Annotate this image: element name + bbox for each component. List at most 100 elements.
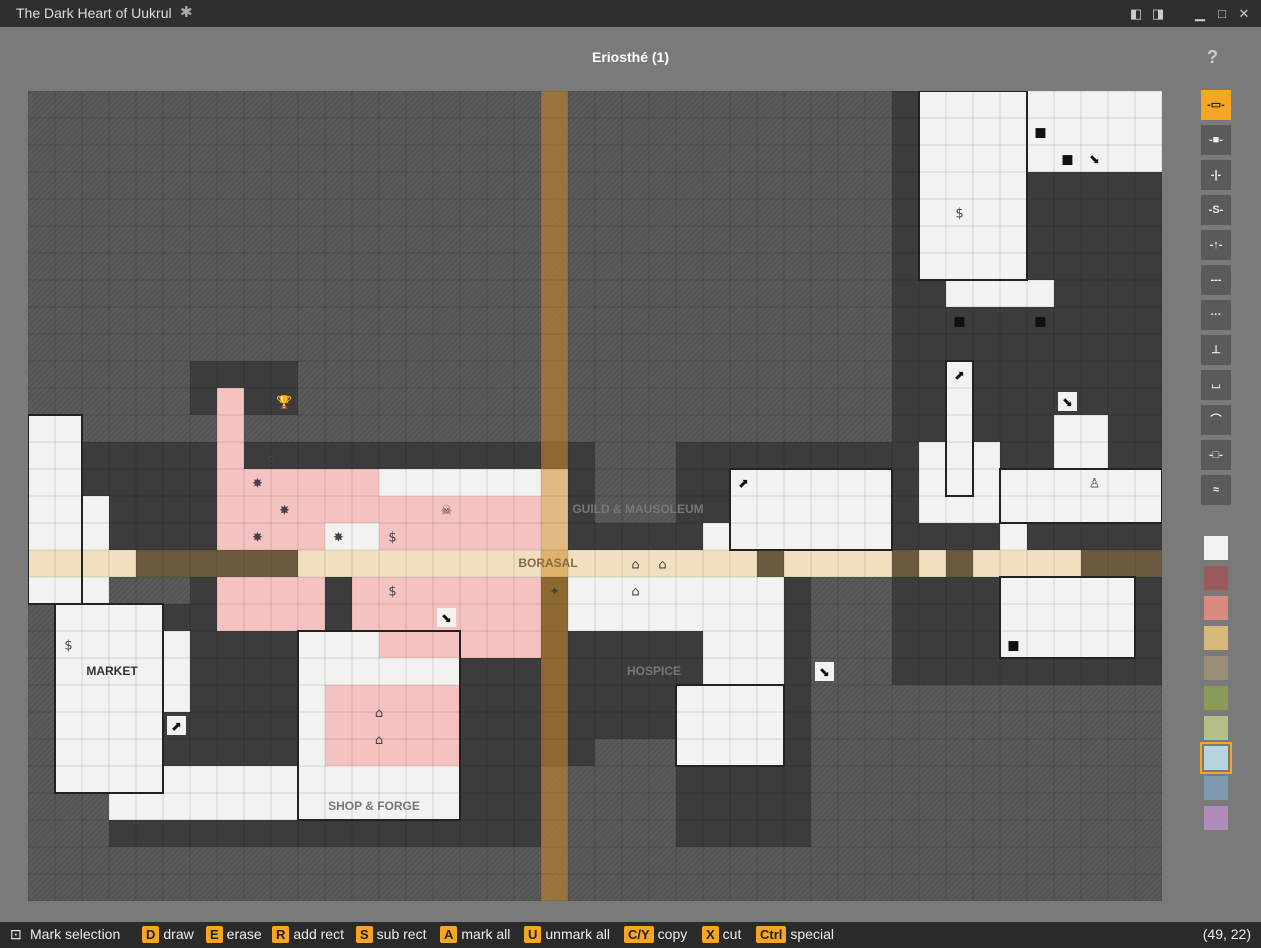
street-dark — [1081, 550, 1162, 577]
shortcut-key: D — [142, 926, 160, 943]
trophy-icon[interactable]: 🏆 — [276, 395, 292, 411]
shortcut-key: U — [524, 926, 542, 943]
color-swatch[interactable] — [1204, 596, 1228, 620]
stairs-up-icon[interactable]: ⬈ — [738, 477, 749, 492]
minimize-icon[interactable]: ▁ — [1191, 5, 1209, 23]
street-dark — [757, 550, 784, 577]
coin-icon[interactable]: $ — [955, 207, 963, 222]
map-label-shop-forge: SHOP & FORGE — [328, 799, 420, 813]
street-dark — [946, 550, 973, 577]
map-label-hospice: HOSPICE — [626, 664, 682, 678]
map-label-market: MARKET — [86, 664, 138, 678]
shortcut-erase: Eerase — [206, 926, 262, 943]
shortcut-copy: C/Y copy — [624, 926, 687, 943]
shortcut-label: draw — [163, 926, 194, 942]
shortcut-draw: Ddraw — [142, 926, 194, 943]
shortcut-unmark-all: Uunmark all — [524, 926, 610, 943]
coin-icon[interactable]: $ — [64, 639, 72, 654]
map-grid[interactable]: 🏆 S ✸ ✸ ✸ ✸ ☠ $ $ $ $ ⌂ ⌂ ⌂ ⌂ ⌂ ✦ ⬊ ⬈ ⬈ ⬊ ⬈ ⬊ ⬊ ■ ■ ■ ■ ■ ♙ — [28, 91, 1162, 901]
color-swatch[interactable] — [1204, 686, 1228, 710]
window-title: The Dark Heart of Uukrul — [16, 5, 172, 21]
tool-water[interactable]: ≈ — [1201, 475, 1231, 505]
tool-lever[interactable]: ⊥ — [1201, 335, 1231, 365]
maximize-icon[interactable]: □ — [1213, 5, 1231, 23]
coin-icon[interactable]: $ — [388, 531, 396, 546]
map-label-borasal: BORASAL — [518, 556, 578, 570]
trap-icon[interactable]: ✸ — [333, 531, 344, 546]
color-swatch[interactable] — [1204, 536, 1228, 560]
skull-icon[interactable]: ☠ — [441, 504, 453, 519]
trap-icon[interactable]: ✸ — [279, 504, 290, 519]
floor-room — [919, 442, 1000, 523]
color-swatch[interactable] — [1204, 806, 1228, 830]
shortcut-key: R — [272, 926, 290, 943]
left-panel-icon[interactable]: ◧ — [1127, 5, 1145, 23]
shortcut-mark-all: Amark all — [440, 926, 510, 943]
pillar-icon[interactable]: ■ — [1034, 315, 1046, 330]
shortcut-key: A — [440, 926, 458, 943]
shortcut-key: X — [702, 926, 719, 943]
pillar-icon[interactable]: ■ — [1007, 639, 1019, 654]
map-header: Eriosthé (1) ? — [0, 27, 1261, 87]
stairs-up-icon[interactable]: ⬈ — [954, 369, 965, 384]
status-bar: ⊡ Mark selection (49, 22) Ddraw Eerase Rad… — [0, 922, 1261, 948]
pillar-icon[interactable]: ■ — [1034, 126, 1046, 141]
tool-arch[interactable]: ⌒ — [1201, 405, 1231, 435]
right-panel-icon[interactable]: ◨ — [1149, 5, 1167, 23]
map-title: Eriosthé (1) — [591, 49, 669, 65]
pillar-icon[interactable]: ■ — [953, 315, 965, 330]
title-bar: The Dark Heart of Uukrul ✱ ◧ ◨ ▁ □ ✕ — [0, 0, 1261, 27]
house-icon[interactable]: ⌂ — [658, 558, 666, 573]
shortcut-sub-rect: Ssub rect — [356, 926, 426, 943]
house-icon[interactable]: ⌂ — [631, 558, 639, 573]
tool-oneway-door[interactable]: -↑- — [1201, 230, 1231, 260]
help-button[interactable]: ? — [1207, 47, 1218, 68]
tool-wall[interactable]: --- — [1201, 265, 1231, 295]
map-label-guild: GUILD & MAUSOLEUM — [572, 502, 704, 516]
gear-icon[interactable]: ✱ — [180, 3, 193, 21]
shortcut-key: Ctrl — [756, 926, 787, 943]
shortcut-add-rect: Radd rect — [272, 926, 344, 943]
stairs-down-icon[interactable]: ⬊ — [1089, 153, 1100, 168]
trap-icon[interactable]: ✸ — [252, 531, 263, 546]
tool-secret-door[interactable]: -S- — [1201, 195, 1231, 225]
tool-gate[interactable]: -|- — [1201, 160, 1231, 190]
house-icon[interactable]: ⌂ — [375, 733, 383, 748]
color-swatch[interactable] — [1204, 566, 1228, 590]
house-icon[interactable]: ⌂ — [375, 706, 383, 721]
tool-invisible-wall[interactable]: ··· — [1201, 300, 1231, 330]
tool-button[interactable]: -□- — [1201, 440, 1231, 470]
shortcut-key: C/Y — [624, 926, 654, 943]
shortcut-key: S — [356, 926, 373, 943]
shortcut-label: copy — [657, 926, 688, 942]
coin-icon[interactable]: $ — [388, 585, 396, 600]
color-swatch[interactable] — [1200, 742, 1232, 774]
tool-door[interactable]: -▭- — [1201, 90, 1231, 120]
color-swatch[interactable] — [1204, 626, 1228, 650]
shortcut-label: add rect — [293, 926, 344, 942]
shortcut-label: mark all — [461, 926, 511, 942]
street-dark — [892, 550, 919, 577]
stairs-up-icon[interactable]: ⬈ — [171, 720, 182, 735]
secret-door-icon[interactable]: S — [267, 455, 275, 470]
shortcut-label: sub rect — [376, 926, 427, 942]
map-canvas[interactable]: 🏆 S ✸ ✸ ✸ ✸ ☠ $ $ $ $ ⌂ ⌂ ⌂ ⌂ ⌂ ✦ ⬊ ⬈ ⬈ ⬊ ⬈ ⬊ ⬊ ■ ■ ■ ■ ■ ♙ GUILD & M… — [28, 91, 1162, 901]
stairs-down-icon[interactable]: ⬊ — [441, 612, 452, 627]
close-icon[interactable]: ✕ — [1235, 5, 1253, 23]
tool-pit[interactable]: ⌴ — [1201, 370, 1231, 400]
status-mode: Mark selection — [30, 926, 121, 942]
sparkle-icon[interactable]: ✦ — [549, 585, 560, 600]
stairs-down-icon[interactable]: ⬊ — [1062, 396, 1073, 411]
trap-icon[interactable]: ✸ — [252, 477, 263, 492]
color-swatch[interactable] — [1204, 716, 1228, 740]
npc-icon[interactable]: ♙ — [1089, 477, 1101, 492]
guild-area — [325, 685, 460, 766]
mark-selection-icon: ⊡ — [10, 926, 22, 942]
house-icon[interactable]: ⌂ — [631, 585, 639, 600]
color-swatch[interactable] — [1204, 656, 1228, 680]
shortcut-key: E — [206, 926, 223, 943]
pillar-icon[interactable]: ■ — [1061, 153, 1073, 168]
color-swatch[interactable] — [1204, 776, 1228, 800]
tool-locked-door[interactable]: -■- — [1201, 125, 1231, 155]
stairs-down-icon[interactable]: ⬊ — [819, 666, 830, 681]
